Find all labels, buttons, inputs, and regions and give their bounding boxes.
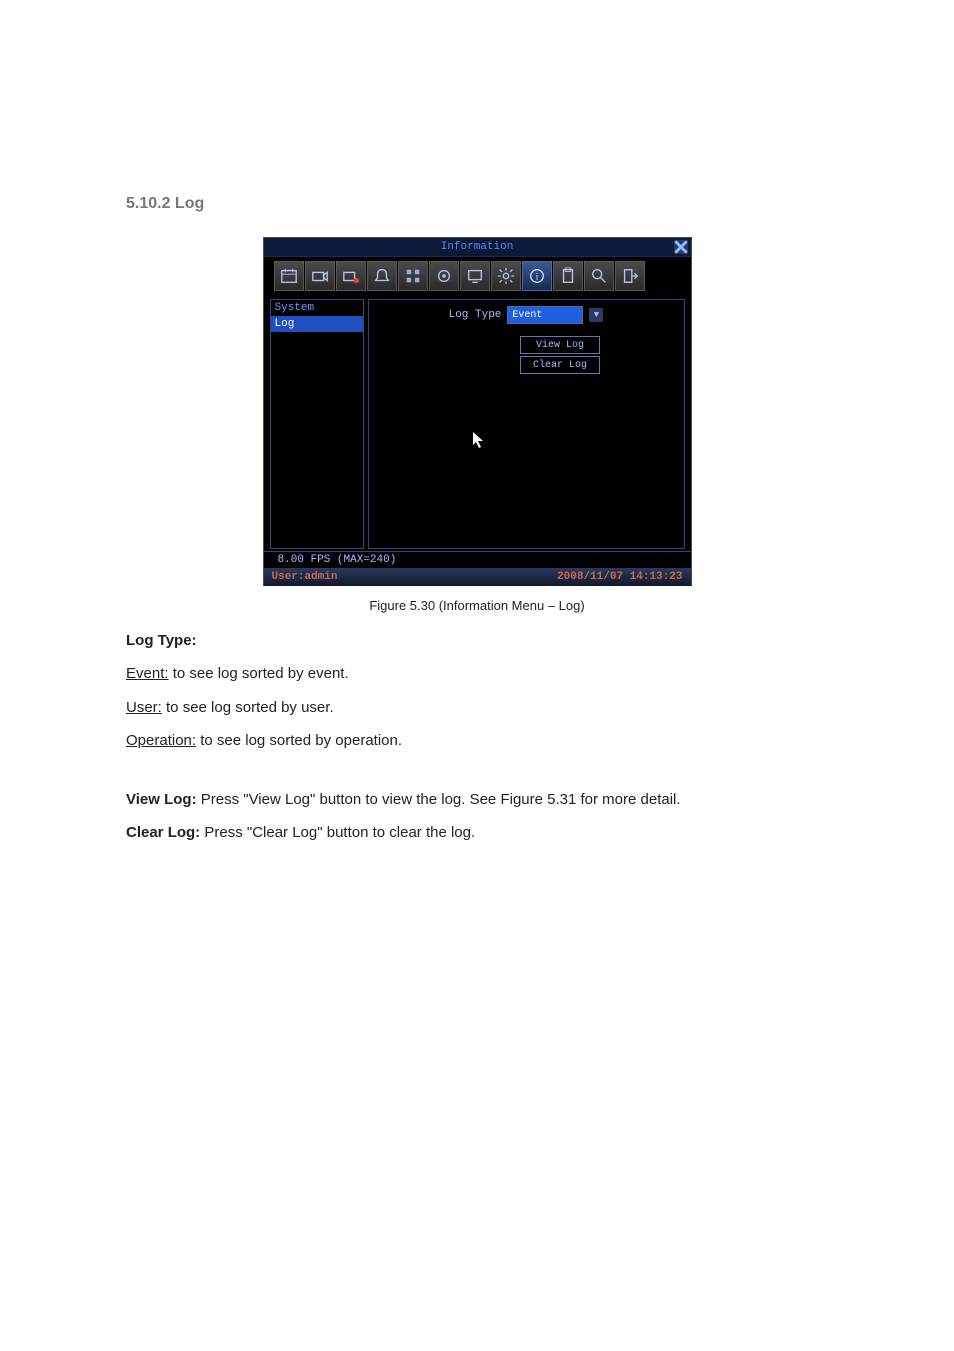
close-icon[interactable] (674, 240, 688, 254)
log-type-item-event: Event: (126, 665, 169, 682)
clipboard-icon[interactable] (553, 261, 583, 291)
view-log-desc: Press "View Log" button to view the log.… (197, 791, 681, 808)
log-type-item-user-desc: to see log sorted by user. (162, 699, 334, 716)
calendar-icon[interactable] (274, 261, 304, 291)
fps-bar: 8.00 FPS (MAX=240) (264, 551, 691, 568)
cursor-icon (473, 432, 485, 453)
log-type-item-event-desc: to see log sorted by event. (169, 665, 349, 682)
search-icon[interactable] (584, 261, 614, 291)
monitor-icon[interactable] (460, 261, 490, 291)
alarm-bell-icon[interactable] (367, 261, 397, 291)
status-user: User:admin (272, 571, 338, 583)
screenshot-information-log: Information i (263, 237, 692, 586)
log-type-heading: Log Type: (126, 632, 197, 649)
log-type-item-operation: Operation: (126, 732, 196, 749)
clear-log-button[interactable]: Clear Log (520, 356, 600, 374)
detail-pane: Log Type Event ▼ View Log Clear Log (368, 299, 685, 549)
sidebar-tree: System Log (270, 299, 364, 549)
status-datetime: 2008/11/07 14:13:23 (557, 571, 682, 583)
chevron-down-icon[interactable]: ▼ (589, 308, 603, 322)
info-icon[interactable]: i (522, 261, 552, 291)
circle-mask-icon[interactable] (429, 261, 459, 291)
section-heading: 5.10.2 Log (126, 195, 828, 213)
window-titlebar: Information (264, 238, 691, 257)
motion-grid-icon[interactable] (398, 261, 428, 291)
view-log-label: View Log: (126, 791, 197, 808)
view-log-button[interactable]: View Log (520, 336, 600, 354)
log-type-item-user: User: (126, 699, 162, 716)
camera-icon[interactable] (305, 261, 335, 291)
clear-log-desc: Press "Clear Log" button to clear the lo… (200, 824, 475, 841)
clear-log-label: Clear Log: (126, 824, 200, 841)
status-bar: User:admin 2008/11/07 14:13:23 (264, 568, 691, 586)
log-type-select[interactable]: Event (507, 306, 583, 324)
log-type-item-operation-desc: to see log sorted by operation. (196, 732, 402, 749)
log-type-value: Event (512, 310, 542, 321)
record-dot-icon[interactable] (336, 261, 366, 291)
figure-caption: Figure 5.30 (Information Menu – Log) (126, 598, 828, 613)
log-type-label: Log Type (449, 309, 502, 321)
toolbar: i (264, 257, 691, 297)
sidebar-item-log[interactable]: Log (271, 316, 363, 332)
svg-text:i: i (535, 272, 538, 282)
window-title: Information (441, 241, 514, 253)
gear-icon[interactable] (491, 261, 521, 291)
sidebar-item-system[interactable]: System (271, 300, 363, 316)
exit-icon[interactable] (615, 261, 645, 291)
